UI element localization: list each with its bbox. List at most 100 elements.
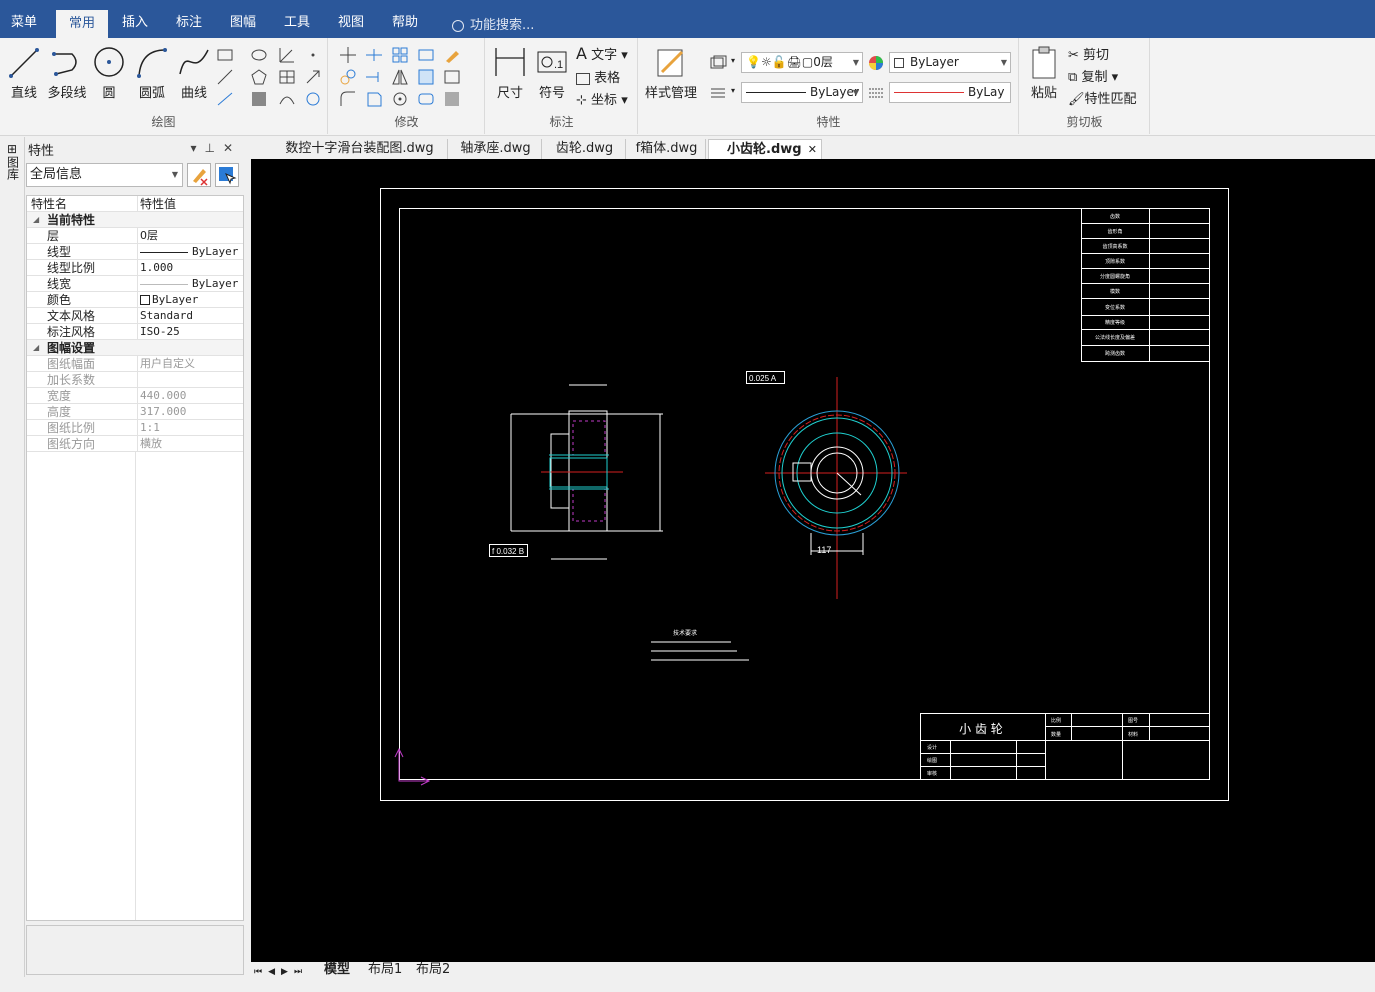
color-select[interactable]: ByLayer ▼ — [889, 52, 1011, 73]
prop-row-dim-style[interactable]: 标注风格 ISO-25 — [27, 324, 243, 340]
doc-tab-box[interactable]: f箱体.dwg — [628, 139, 706, 159]
section-current[interactable]: ◢ 当前特性 — [27, 212, 243, 228]
offset-icon[interactable] — [365, 90, 383, 108]
paste-button[interactable]: 粘贴 — [1026, 44, 1062, 101]
polygon-icon[interactable] — [250, 68, 268, 86]
copy-button[interactable]: ⧉ 复制 ▾ — [1068, 66, 1118, 85]
doc-tab-small-gear[interactable]: 小齿轮.dwg ✕ — [708, 139, 822, 159]
table-draw-icon[interactable] — [278, 68, 296, 86]
close-icon[interactable]: ✕ — [223, 141, 241, 155]
lineweight-select[interactable]: ByLay — [889, 82, 1011, 103]
tab-frame[interactable]: 图幅 — [222, 0, 264, 38]
layer-select[interactable]: 💡☼🔓🖨▢0层 ▼ — [741, 52, 863, 73]
cut-button[interactable]: ✂ 剪切 — [1068, 44, 1109, 63]
chamfer-icon[interactable] — [443, 90, 461, 108]
prop-row-extension[interactable]: 加长系数 — [27, 372, 243, 388]
prop-row-lineweight[interactable]: 线宽 ByLayer — [27, 276, 243, 292]
symbol-button[interactable]: .1 符号 — [534, 44, 570, 101]
break-icon[interactable] — [417, 90, 435, 108]
text-button[interactable]: A 文字 ▾ — [576, 44, 628, 63]
mirror-icon[interactable] — [391, 68, 409, 86]
circle-button[interactable]: 圆 — [92, 44, 126, 101]
tab-layout1[interactable]: 布局1 — [368, 962, 402, 978]
feature-search[interactable]: 功能搜索... — [452, 14, 534, 34]
doc-tab-gear[interactable]: 齿轮.dwg — [544, 139, 626, 159]
pin-icon[interactable]: ⊥ — [204, 141, 222, 155]
color-wheel-icon[interactable] — [867, 54, 885, 72]
array-icon[interactable] — [391, 46, 409, 64]
close-icon[interactable]: ✕ — [808, 140, 817, 160]
prop-row-linetype[interactable]: 线型 ByLayer — [27, 244, 243, 260]
tab-dimension[interactable]: 标注 — [168, 0, 210, 38]
paste-icon — [1032, 46, 1056, 79]
tab-help[interactable]: 帮助 — [384, 0, 426, 38]
prop-row-layer[interactable]: 层 0层 — [27, 228, 243, 244]
match-properties-button[interactable]: 🖌特性匹配 — [1068, 88, 1137, 107]
doc-tab-bearing[interactable]: 轴承座.dwg — [450, 139, 542, 159]
hatch-icon[interactable] — [250, 90, 268, 108]
scale-icon[interactable] — [417, 46, 435, 64]
prop-row-paper-size[interactable]: 图纸幅面 用户自定义 — [27, 356, 243, 372]
tab-view[interactable]: 视图 — [330, 0, 372, 38]
tab-home[interactable]: 常用 — [56, 10, 108, 38]
prop-row-text-style[interactable]: 文本风格 Standard — [27, 308, 243, 324]
fillet-icon[interactable] — [339, 90, 357, 108]
rotate-icon[interactable] — [391, 90, 409, 108]
tab-layout2[interactable]: 布局2 — [416, 962, 450, 978]
hatch-line-icon[interactable] — [216, 68, 234, 86]
move-icon[interactable] — [339, 46, 357, 64]
dimension-icon — [495, 48, 525, 76]
linetype-icon[interactable] — [709, 84, 727, 102]
tab-tools[interactable]: 工具 — [276, 0, 318, 38]
prop-row-width[interactable]: 宽度 440.000 — [27, 388, 243, 404]
trim-icon[interactable] — [365, 46, 383, 64]
doc-tab-assembly[interactable]: 数控十字滑台装配图.dwg — [272, 139, 448, 159]
paste-label: 粘贴 — [1030, 86, 1057, 101]
selection-filter[interactable]: 全局信息 ▼ — [26, 163, 183, 187]
angle-line-icon[interactable] — [278, 46, 296, 64]
dropdown-icon[interactable]: ▾ — [190, 141, 204, 155]
linetype-select[interactable]: ByLayer ▼ — [741, 82, 863, 103]
tab-insert[interactable]: 插入 — [114, 0, 156, 38]
spline-icon[interactable] — [278, 90, 296, 108]
arc-button[interactable]: 圆弧 — [134, 44, 170, 101]
select-objects-button[interactable] — [215, 163, 239, 187]
library-tab[interactable]: ⊞ 图库 — [4, 143, 20, 183]
prop-row-linetype-scale[interactable]: 线型比例 1.000 — [27, 260, 243, 276]
explode-icon[interactable] — [443, 68, 461, 86]
layer-manager-icon[interactable] — [709, 54, 727, 72]
construction-line-icon[interactable] — [216, 90, 234, 108]
point-icon[interactable] — [304, 46, 322, 64]
revcloud-icon[interactable] — [304, 90, 322, 108]
prop-row-height[interactable]: 高度 317.000 — [27, 404, 243, 420]
drawing-canvas[interactable]: 齿数 齿形角 齿顶高系数 顶隙系数 分度圆螺旋角 模数 变位系数 精度等级 公法… — [251, 159, 1375, 962]
curve-button[interactable]: 曲线 — [176, 44, 212, 101]
tab-menu[interactable]: 菜单 — [4, 0, 44, 38]
dimension-button[interactable]: 尺寸 — [492, 44, 528, 101]
coordinate-button[interactable]: ⊹ 坐标 ▾ — [576, 89, 628, 108]
linetype-dropdown-arrow[interactable]: ▾ — [731, 86, 735, 95]
extend-icon[interactable] — [365, 68, 383, 86]
lineweight-icon[interactable] — [867, 84, 885, 102]
rectangle-icon[interactable] — [216, 46, 234, 64]
quick-select-button[interactable] — [187, 163, 211, 187]
prop-row-orientation[interactable]: 图纸方向 横放 — [27, 436, 243, 452]
polyline-button[interactable]: 多段线 — [46, 44, 88, 101]
layout-nav-icons[interactable]: ⏮◀▶⏭ — [254, 964, 308, 980]
layer-dropdown-arrow[interactable]: ▾ — [731, 56, 735, 65]
ellipse-icon[interactable] — [250, 46, 268, 64]
prop-row-scale[interactable]: 图纸比例 1:1 — [27, 420, 243, 436]
style-manager-button[interactable]: 样式管理 — [643, 44, 699, 101]
line-button[interactable]: 直线 — [6, 44, 42, 101]
table-button[interactable]: 表格 — [576, 67, 620, 86]
dimension-label: 尺寸 — [496, 86, 523, 101]
eraser-icon[interactable] — [443, 46, 461, 64]
arrow-icon[interactable] — [304, 68, 322, 86]
prop-name: 宽度 — [47, 389, 72, 403]
stretch-icon[interactable] — [417, 68, 435, 86]
prop-row-color[interactable]: 颜色 ByLayer — [27, 292, 243, 308]
tab-model[interactable]: 模型 — [324, 962, 350, 978]
section-frame[interactable]: ◢ 图幅设置 — [27, 340, 243, 356]
copy-obj-icon[interactable] — [339, 68, 357, 86]
properties-panel: 特性 ▾⊥✕ 全局信息 ▼ 特性名 特性值 ◢ 当前特性 层 0层 线型 ByLayer … — [26, 137, 245, 977]
